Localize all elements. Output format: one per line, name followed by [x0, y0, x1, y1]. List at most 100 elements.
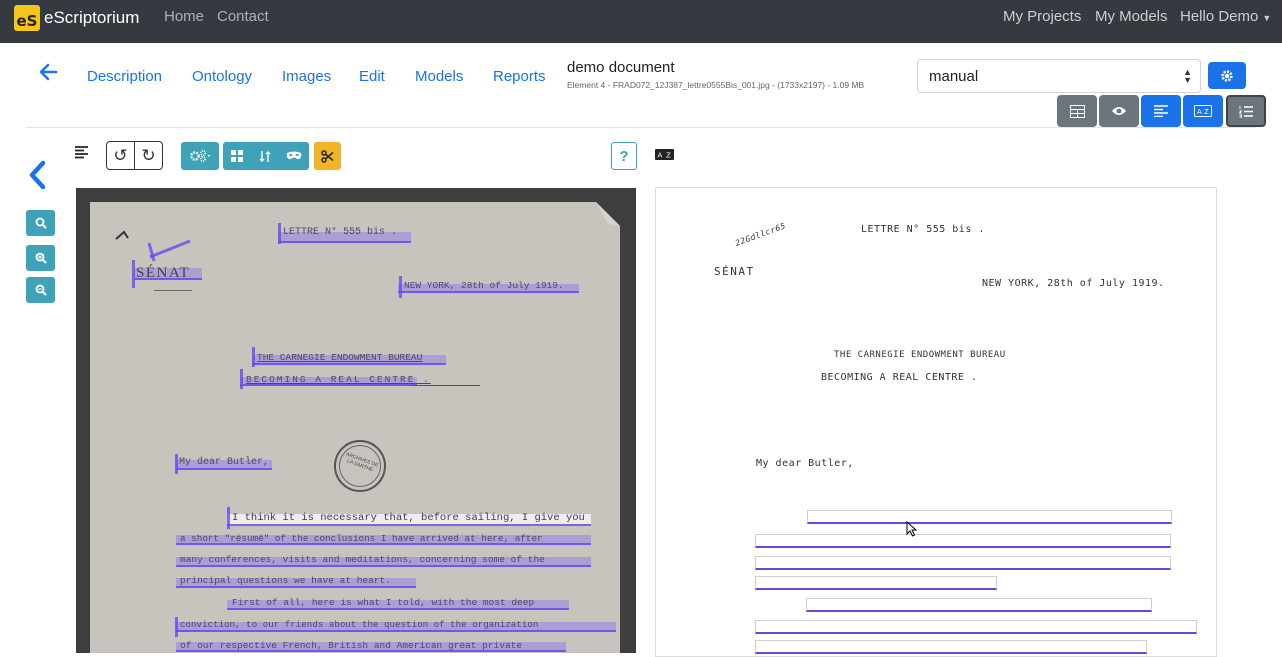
- transcription-line[interactable]: LETTRE N° 555 bis .: [861, 224, 985, 235]
- back-arrow-icon[interactable]: [38, 62, 58, 88]
- toggle-transcription-panel-button[interactable]: [1141, 95, 1181, 127]
- ink-flourish: [115, 230, 191, 262]
- toggle-masks-button[interactable]: [279, 142, 309, 170]
- rule: [410, 385, 480, 386]
- line-start-mark[interactable]: [278, 223, 281, 244]
- svg-text:Z: Z: [666, 152, 671, 160]
- toggle-ordering-button[interactable]: [251, 142, 279, 170]
- line-start-mark[interactable]: [252, 347, 255, 367]
- toggle-visualisation-panel-button[interactable]: AZ: [1183, 95, 1223, 127]
- mask-icon: [286, 151, 302, 160]
- user-greeting: Hello Demo: [1180, 8, 1259, 25]
- brand[interactable]: eS eScriptorium: [14, 5, 139, 31]
- redo-icon: ↻: [141, 145, 156, 165]
- align-left-icon: [1154, 105, 1168, 117]
- top-navbar: eS eScriptorium Home Contact My Projects…: [0, 0, 1282, 43]
- brand-name[interactable]: eScriptorium: [44, 8, 139, 28]
- rotated-transcription-line[interactable]: 22Gdllcr65: [734, 221, 787, 248]
- svg-text:Z: Z: [1204, 108, 1209, 116]
- scan-line: many conferences, visits and meditations…: [180, 554, 545, 565]
- zoom-in-button[interactable]: [26, 245, 55, 271]
- empty-transcription-line[interactable]: [806, 598, 1152, 612]
- nav-home-link[interactable]: Home: [164, 8, 204, 25]
- tab-ontology[interactable]: Ontology: [192, 68, 252, 85]
- divider: [26, 127, 1256, 128]
- toggle-segmentation-panel-button[interactable]: [1099, 95, 1139, 127]
- empty-transcription-line[interactable]: [755, 620, 1197, 634]
- rule: [154, 290, 192, 291]
- th-large-icon: [231, 150, 243, 162]
- transcription-line[interactable]: My dear Butler,: [756, 458, 854, 469]
- zoom-out-button[interactable]: [26, 277, 55, 303]
- document-title: demo document: [567, 59, 675, 76]
- transcription-line[interactable]: SÉNAT: [714, 265, 755, 278]
- scan-line: LETTRE N° 555 bis .: [283, 227, 398, 238]
- transcription-line[interactable]: THE CARNEGIE ENDOWMENT BUREAU: [834, 350, 1006, 360]
- nav-contact-link[interactable]: Contact: [217, 8, 269, 25]
- empty-transcription-line[interactable]: [755, 640, 1147, 654]
- scan-line: THE CARNEGIE ENDOWMENT BUREAU: [257, 352, 423, 363]
- transcription-line[interactable]: NEW YORK, 28th of July 1919.: [982, 278, 1165, 289]
- undo-redo-group: ↺ ↻: [106, 141, 163, 170]
- empty-transcription-line[interactable]: [807, 510, 1172, 524]
- scan-line: conviction, to our friends about the que…: [180, 619, 539, 630]
- svg-text:A: A: [1197, 108, 1202, 116]
- cut-tool-button[interactable]: [314, 142, 341, 170]
- document-subtitle: Element 4 - FRAD072_12J387_lettre0555Bis…: [567, 80, 865, 90]
- scan-line: a short "résumé" of the conclusions I ha…: [180, 533, 543, 544]
- select-arrows-icon: ▲ ▼: [1183, 67, 1192, 85]
- toggle-source-panel-button[interactable]: [1057, 95, 1097, 127]
- toggle-diplomatic-panel-button[interactable]: [1226, 95, 1266, 127]
- scan-line: NEW YORK, 28th of July 1919.: [404, 280, 564, 291]
- nav-my-models-link[interactable]: My Models: [1095, 8, 1168, 25]
- settings-button[interactable]: [1208, 62, 1246, 89]
- visualisation-panel[interactable]: 22Gdllcr65 LETTRE N° 555 bis . SÉNAT NEW…: [655, 187, 1217, 657]
- line-start-mark[interactable]: [175, 617, 178, 637]
- line-start-mark[interactable]: [132, 260, 135, 288]
- scan-line: My dear Butler,: [179, 457, 270, 468]
- mouse-cursor-icon: [906, 521, 918, 537]
- line-start-mark[interactable]: [175, 454, 178, 474]
- empty-transcription-line[interactable]: [755, 534, 1171, 548]
- transcription-select[interactable]: manual ▲ ▼: [917, 59, 1201, 93]
- tab-description[interactable]: Description: [87, 68, 162, 85]
- segmentation-panel-image[interactable]: LETTRE N° 555 bis . SÉNAT NEW YORK, 28th…: [76, 188, 636, 653]
- scan-line: principal questions we have at heart.: [180, 575, 391, 586]
- toggle-regions-button[interactable]: [223, 142, 251, 170]
- tab-edit[interactable]: Edit: [359, 68, 385, 85]
- caret-down-icon: ▼: [1262, 13, 1272, 23]
- line-start-mark[interactable]: [227, 507, 230, 529]
- transcription-select-value: manual: [929, 68, 979, 85]
- user-menu[interactable]: Hello Demo ▼: [1180, 8, 1271, 25]
- redo-button[interactable]: ↻: [135, 142, 162, 169]
- previous-part-chevron-icon[interactable]: [27, 160, 47, 198]
- nav-my-projects-link[interactable]: My Projects: [1003, 8, 1081, 25]
- sort-icon: [259, 150, 271, 162]
- escriptorium-logo: eS: [14, 5, 40, 31]
- line-start-mark[interactable]: [399, 276, 402, 298]
- help-button[interactable]: ?: [611, 142, 637, 170]
- list-ol-icon: [1239, 105, 1253, 117]
- scan-line: of our respective French, British and Am…: [180, 640, 523, 651]
- undo-icon: ↺: [113, 145, 128, 165]
- line-start-mark[interactable]: [240, 369, 243, 389]
- visualisation-panel-translate-icon: AZ: [655, 147, 674, 165]
- translate-icon: AZ: [1194, 105, 1212, 117]
- page-corner-fold: [596, 202, 620, 226]
- empty-transcription-line[interactable]: [755, 576, 997, 590]
- gear-icon: [1221, 69, 1233, 82]
- tab-models[interactable]: Models: [415, 68, 463, 85]
- transcription-line[interactable]: BECOMING A REAL CENTRE .: [821, 372, 978, 383]
- tab-images[interactable]: Images: [282, 68, 331, 85]
- tab-reports[interactable]: Reports: [493, 68, 546, 85]
- cogs-icon: [190, 149, 211, 163]
- zoom-in-icon: [35, 252, 47, 264]
- scanned-page: LETTRE N° 555 bis . SÉNAT NEW YORK, 28th…: [90, 202, 620, 653]
- undo-button[interactable]: ↺: [107, 142, 135, 169]
- empty-transcription-line[interactable]: [755, 556, 1171, 570]
- segmentation-settings-button[interactable]: [181, 142, 219, 170]
- logo-text: eS: [16, 12, 38, 30]
- svg-text:A: A: [658, 152, 663, 160]
- scissors-icon: [321, 149, 334, 163]
- zoom-reset-button[interactable]: [26, 210, 55, 236]
